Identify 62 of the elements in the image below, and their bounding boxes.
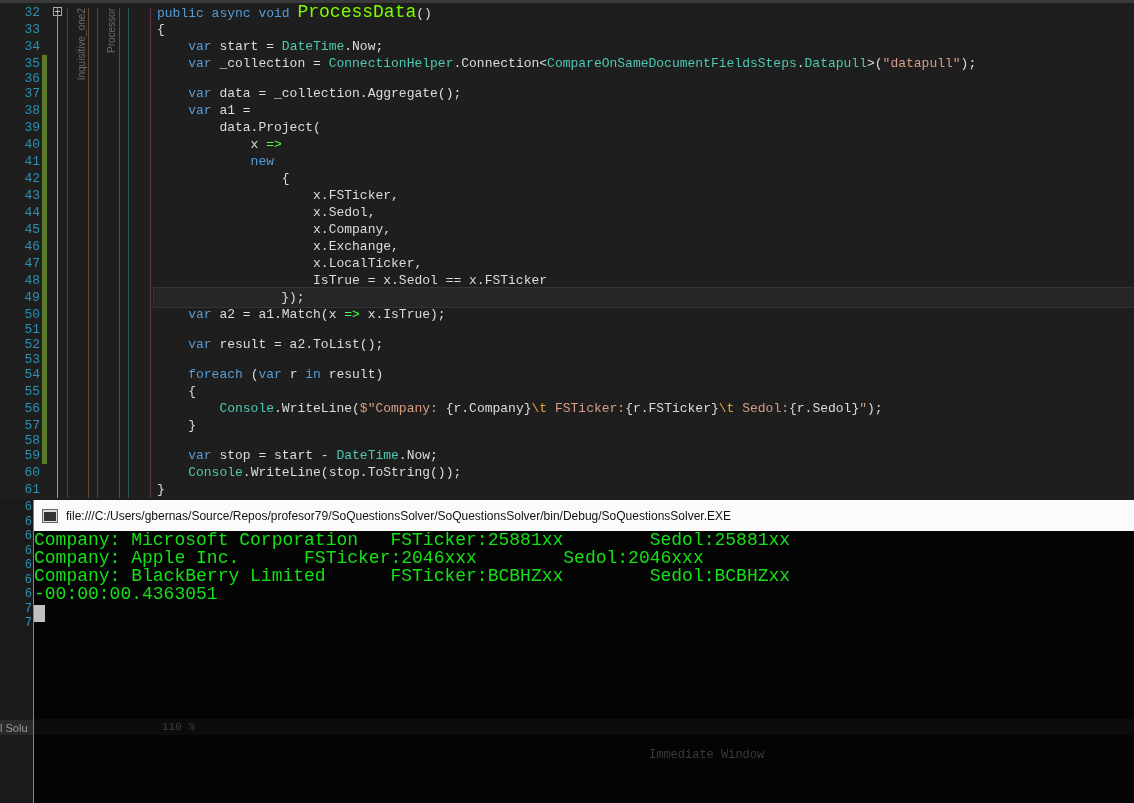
code-line: var result = a2.ToList(); (187, 335, 385, 354)
code-line: } (156, 480, 166, 499)
line-number: 6 (24, 587, 32, 602)
console-window-icon (42, 508, 58, 523)
collapse-icon[interactable] (53, 7, 62, 16)
code-line: x.FSTicker, (312, 186, 400, 205)
code-line: var a1 = (187, 101, 252, 120)
line-number: 42 (23, 169, 41, 188)
line-number: 6 (24, 500, 32, 515)
line-number: 46 (23, 237, 41, 256)
code-line: x.LocalTicker, (312, 254, 424, 273)
code-line: x.Company, (312, 220, 393, 239)
window-title: file:///C:/Users/gbernas/Source/Repos/profesor79/SoQuestionsSolver/SoQuestionsSolver/bin/Debug/SoQuestionsSolver.EXE (66, 507, 731, 525)
line-number: 47 (23, 254, 41, 273)
console-line: Company: Apple Inc. FSTicker:2046xxx Sedol:2046xxx (34, 549, 705, 567)
line-number: 6 (24, 514, 32, 529)
code-line: var data = _collection.Aggregate(); (187, 84, 463, 103)
code-line: new (249, 152, 276, 171)
console-line: Company: Microsoft Corporation FSTicker:25881xx Sedol:25881xx (34, 531, 792, 549)
line-number: 44 (23, 203, 41, 222)
code-line: } (187, 416, 197, 435)
code-line: var start = DateTime.Now; (187, 37, 385, 56)
line-number: 6 (24, 543, 32, 558)
console-line: Company: BlackBerry Limited FSTicker:BCBHZxx Sedol:BCBHZxx (34, 567, 792, 585)
line-number: 49 (23, 288, 41, 307)
line-number: 45 (23, 220, 41, 239)
line-number: 34 (23, 37, 41, 56)
text-cursor (34, 605, 45, 622)
line-number: 60 (23, 463, 41, 482)
console-line: -00:00:00.4363051 (34, 585, 218, 603)
code-line: { (280, 169, 291, 188)
line-number: 38 (23, 101, 41, 120)
line-number: 40 (23, 135, 41, 154)
code-line: IsTrue = x.Sedol == x.FSTicker (312, 271, 549, 290)
line-number: 33 (23, 20, 41, 39)
line-number: 41 (23, 152, 41, 171)
code-line: Console.WriteLine(stop.ToString()); (187, 463, 463, 482)
line-number: 43 (23, 186, 41, 205)
line-number: 7 (24, 601, 32, 616)
code-line: var stop = start - DateTime.Now; (187, 446, 439, 465)
line-number: 6 (24, 529, 32, 544)
code-line: x => (249, 135, 283, 154)
code-line: var a2 = a1.Match(x => x.IsTrue); (187, 305, 447, 324)
line-number: 32 (23, 3, 41, 22)
line-number: 6 (24, 558, 32, 573)
margin-label: Inquisitive_one2 (75, 8, 88, 81)
code-line: data.Project( (218, 118, 322, 137)
line-number: 48 (23, 271, 41, 290)
panel-tab[interactable]: l Solu (0, 720, 33, 735)
line-number: 56 (23, 399, 41, 418)
margin-label: Processor (105, 8, 118, 53)
line-number: 7 (24, 616, 32, 631)
line-number: 6 (24, 572, 32, 587)
line-number: 61 (23, 480, 41, 499)
code-line: x.Sedol, (312, 203, 377, 222)
code-line: x.Exchange, (312, 237, 400, 256)
line-number: 55 (23, 382, 41, 401)
code-line: var _collection = ConnectionHelper.Connection<CompareOnSameDocumentFieldsSteps.Datapull>("datapull"); (187, 54, 978, 73)
code-line: foreach (var r in result) (187, 365, 385, 384)
code-line: { (187, 382, 197, 401)
line-number: 39 (23, 118, 41, 137)
code-line: Console.WriteLine($"Company: {r.Company}\t FSTicker:{r.FSTicker}\t Sedol:{r.Sedol}"); (218, 399, 884, 418)
